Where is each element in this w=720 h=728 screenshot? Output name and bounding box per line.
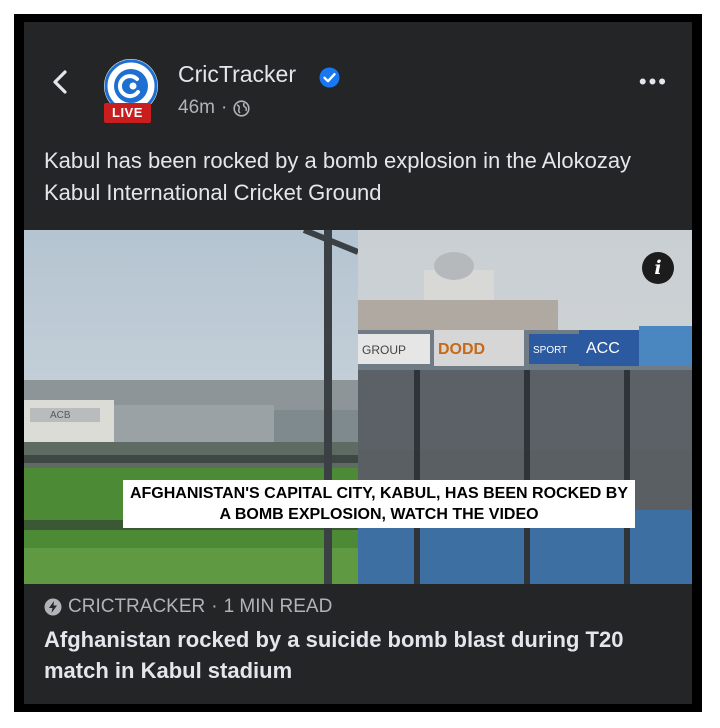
link-source: CRICTRACKER [68, 596, 206, 617]
sport-sign: SPORT [533, 345, 567, 356]
verified-badge-icon [319, 67, 340, 88]
group-sign: GROUP [362, 343, 406, 357]
more-options-icon[interactable]: ••• [639, 71, 668, 93]
dodd-sign: DODD [438, 341, 485, 358]
post-timestamp[interactable]: 46m [178, 97, 215, 119]
link-source-row: CRICTRACKER · 1 MIN READ [44, 596, 332, 618]
source-separator: · [211, 596, 218, 617]
screenshot-frame: LIVE CricTracker 46m · ••• Kabul has bee… [14, 14, 702, 712]
video-thumbnail[interactable]: ACB GROUP DODD SPORT ACC i AFGHANISTAN'S… [24, 230, 692, 584]
meta-separator: · [220, 97, 228, 118]
lightning-bolt-icon [44, 598, 62, 616]
post-card: LIVE CricTracker 46m · ••• Kabul has bee… [24, 22, 692, 704]
stadium-scene-image: ACB GROUP DODD SPORT ACC [24, 230, 692, 584]
link-title[interactable]: Afghanistan rocked by a suicide bomb bla… [44, 624, 664, 686]
back-arrow-icon[interactable] [48, 66, 72, 98]
globe-icon [233, 99, 250, 117]
video-caption: AFGHANISTAN'S CAPITAL CITY, KABUL, HAS B… [123, 480, 635, 528]
page-name[interactable]: CricTracker [178, 61, 296, 88]
link-read-time: 1 MIN READ [223, 596, 333, 617]
acc-sign: ACC [586, 340, 620, 357]
post-meta: 46m · [178, 97, 250, 119]
post-text: Kabul has been rocked by a bomb explosio… [44, 148, 632, 205]
info-icon[interactable]: i [642, 252, 674, 284]
acb-sign: ACB [50, 410, 71, 421]
live-badge: LIVE [104, 103, 151, 123]
